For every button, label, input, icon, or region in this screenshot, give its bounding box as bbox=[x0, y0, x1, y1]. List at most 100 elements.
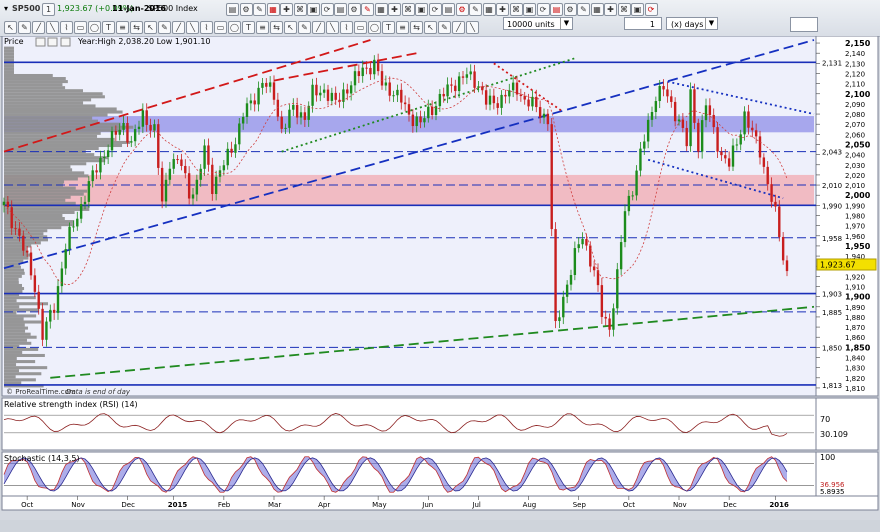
toolbar-action-icon[interactable]: ▤ bbox=[550, 3, 563, 16]
volume-bar bbox=[4, 238, 48, 242]
toolbar-action-icon[interactable]: ⚙ bbox=[347, 3, 361, 16]
toolbar-tool-icon[interactable]: ↖ bbox=[284, 21, 297, 34]
toolbar-action-icon[interactable]: ⚙ bbox=[563, 3, 577, 16]
level-label: 1,885 bbox=[822, 309, 842, 317]
candle-body bbox=[172, 159, 175, 169]
period-count-field[interactable]: 1 bbox=[624, 17, 662, 30]
toolbar-action-icon[interactable]: ▤ bbox=[442, 3, 455, 16]
toolbar-tool-icon[interactable]: ▭ bbox=[214, 21, 227, 34]
toolbar-action-icon[interactable]: ▤ bbox=[334, 3, 347, 16]
chart-area[interactable]: 2,150 2,140 2,130 2,120 2,1102,100 2,090 2,080… bbox=[0, 36, 880, 520]
toolbar-tool-icon[interactable]: ✎ bbox=[438, 21, 451, 34]
toolbar-tool-icon[interactable]: ≡ bbox=[116, 21, 129, 34]
toolbar-tool-icon[interactable]: ⌇ bbox=[340, 21, 353, 34]
info-icon[interactable]: 1 bbox=[42, 3, 55, 16]
toolbar-tool-icon[interactable]: ╲ bbox=[186, 21, 199, 34]
period-unit-select[interactable]: (x) days ▼ bbox=[666, 17, 718, 30]
volume-bar bbox=[4, 290, 23, 294]
toolbar-action-icon[interactable]: ▤ bbox=[226, 3, 239, 16]
toolbar-action-icon[interactable]: ✚ bbox=[280, 3, 293, 16]
toolbar-action-icon[interactable]: ⟳ bbox=[536, 3, 550, 16]
toolbar-tool-icon[interactable]: ╲ bbox=[46, 21, 59, 34]
toolbar-tool-icon[interactable]: ▭ bbox=[74, 21, 87, 34]
toolbar-tool-icon[interactable]: ↖ bbox=[144, 21, 157, 34]
toolbar-tool-icon[interactable]: ╱ bbox=[32, 21, 45, 34]
toolbar-tool-icon[interactable]: T bbox=[242, 21, 255, 34]
toolbar-action-icon[interactable]: ▣ bbox=[631, 3, 644, 16]
candle-body bbox=[326, 89, 330, 101]
toolbar-action-icon[interactable]: ▦ bbox=[482, 3, 496, 16]
toolbar-action-icon[interactable]: ▦ bbox=[590, 3, 604, 16]
toolbar-action-icon[interactable]: ⟳ bbox=[428, 3, 442, 16]
volume-bar bbox=[4, 320, 42, 324]
toolbar-tool-icon[interactable]: ◯ bbox=[88, 21, 101, 34]
units-select[interactable]: 10000 units ▼ bbox=[503, 17, 573, 30]
toolbar-tool-icon[interactable]: T bbox=[102, 21, 115, 34]
panel-settings-icon[interactable] bbox=[35, 37, 46, 47]
toolbar-tool-icon[interactable]: ⌇ bbox=[60, 21, 73, 34]
toolbar-action-icon[interactable]: ✎ bbox=[361, 3, 374, 16]
toolbar-action-icon[interactable]: ▣ bbox=[415, 3, 428, 16]
symbol-label[interactable]: SP500 bbox=[12, 4, 40, 13]
toolbar-action-icon[interactable]: ▣ bbox=[307, 3, 320, 16]
candle-body bbox=[619, 242, 623, 270]
volume-bar bbox=[4, 125, 134, 129]
panel-add-icon[interactable] bbox=[60, 37, 71, 47]
volume-bar bbox=[4, 110, 123, 114]
toolbar-action-icon[interactable]: ⟳ bbox=[320, 3, 334, 16]
toolbar-tool-icon[interactable]: ↖ bbox=[424, 21, 437, 34]
toolbar-tool-icon[interactable]: ╱ bbox=[452, 21, 465, 34]
candle-body bbox=[376, 59, 380, 72]
toolbar-action-icon[interactable]: ▦ bbox=[266, 3, 280, 16]
toolbar-tool-icon[interactable]: ⇆ bbox=[130, 21, 143, 34]
panel-tool-icon[interactable] bbox=[47, 37, 58, 47]
candle-body bbox=[496, 103, 499, 108]
toolbar-action-icon[interactable]: ✚ bbox=[388, 3, 401, 16]
chart-type-button[interactable] bbox=[790, 17, 818, 32]
toolbar-action-icon[interactable]: ▣ bbox=[523, 3, 536, 16]
toolbar-tool-icon[interactable]: ◯ bbox=[228, 21, 241, 34]
candle-body bbox=[500, 94, 503, 108]
volume-bar bbox=[4, 156, 108, 160]
toolbar-action-icon[interactable]: ✚ bbox=[604, 3, 617, 16]
volume-bar bbox=[4, 70, 14, 74]
toolbar-tool-icon[interactable]: ╱ bbox=[172, 21, 185, 34]
toolbar-tool-icon[interactable]: ✎ bbox=[158, 21, 171, 34]
toolbar-action-icon[interactable]: ⌘ bbox=[617, 3, 631, 16]
toolbar-action-icon[interactable]: ✎ bbox=[469, 3, 482, 16]
toolbar-tool-icon[interactable]: ╲ bbox=[326, 21, 339, 34]
menu-icon[interactable]: ▾ bbox=[4, 4, 8, 13]
candle-body bbox=[373, 59, 376, 75]
toolbar-action-icon[interactable]: ⟳ bbox=[644, 3, 658, 16]
toolbar-tool-icon[interactable]: ▭ bbox=[354, 21, 367, 34]
chevron-down-icon[interactable]: ▼ bbox=[705, 18, 717, 29]
volume-bar bbox=[4, 80, 68, 84]
toolbar-tool-icon[interactable]: ≡ bbox=[256, 21, 269, 34]
toolbar-tool-icon[interactable]: ✎ bbox=[298, 21, 311, 34]
date-tick-label: Nov bbox=[673, 501, 687, 509]
toolbar-tool-icon[interactable]: ⌇ bbox=[200, 21, 213, 34]
candle-body bbox=[195, 179, 199, 195]
toolbar-action-icon[interactable]: ⚙ bbox=[239, 3, 253, 16]
toolbar-tool-icon[interactable]: ✎ bbox=[18, 21, 31, 34]
toolbar-action-icon[interactable]: ⚙ bbox=[455, 3, 469, 16]
toolbar-action-icon[interactable]: ✚ bbox=[496, 3, 509, 16]
toolbar-tool-icon[interactable]: ╲ bbox=[466, 21, 479, 34]
toolbar-action-icon[interactable]: ⌘ bbox=[401, 3, 415, 16]
level-label: 1,990 bbox=[822, 202, 842, 210]
toolbar-action-icon[interactable]: ⌘ bbox=[293, 3, 307, 16]
candle-body bbox=[25, 250, 29, 253]
toolbar-action-icon[interactable]: ⌘ bbox=[509, 3, 523, 16]
toolbar-tool-icon[interactable]: ╱ bbox=[312, 21, 325, 34]
toolbar-action-icon[interactable]: ▦ bbox=[374, 3, 388, 16]
toolbar-tool-icon[interactable]: ◯ bbox=[368, 21, 381, 34]
toolbar-action-icon[interactable]: ✎ bbox=[577, 3, 590, 16]
candle-body bbox=[716, 127, 719, 152]
chevron-down-icon[interactable]: ▼ bbox=[560, 18, 572, 29]
toolbar-tool-icon[interactable]: T bbox=[382, 21, 395, 34]
toolbar-tool-icon[interactable]: ⇆ bbox=[410, 21, 423, 34]
toolbar-action-icon[interactable]: ✎ bbox=[253, 3, 266, 16]
toolbar-tool-icon[interactable]: ≡ bbox=[396, 21, 409, 34]
toolbar-tool-icon[interactable]: ↖ bbox=[4, 21, 17, 34]
toolbar-tool-icon[interactable]: ⇆ bbox=[270, 21, 283, 34]
